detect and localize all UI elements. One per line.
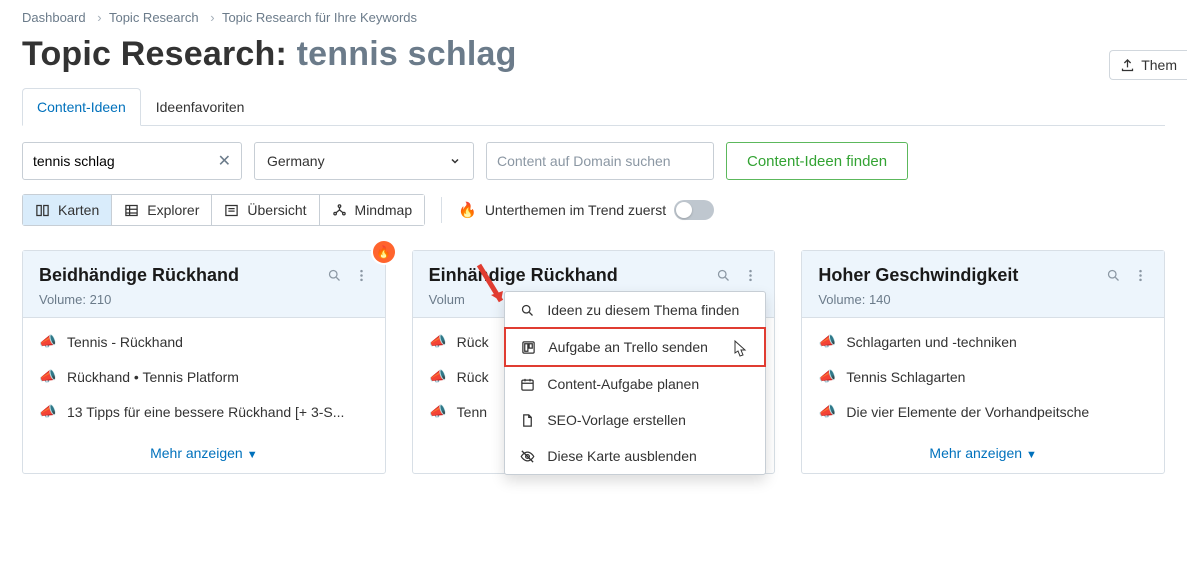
- topic-card: 🔥 Beidhändige Rückhand Volume: 210 📣Tenn…: [22, 250, 386, 474]
- chevron-right-icon: ›: [97, 10, 101, 25]
- show-more-link[interactable]: Mehr anzeigen▼: [802, 435, 1164, 473]
- list-item[interactable]: 📣Tennis Schlagarten: [816, 359, 1150, 394]
- card-menu: Ideen zu diesem Thema finden Aufgabe an …: [504, 291, 766, 475]
- megaphone-icon: 📣: [818, 403, 836, 420]
- card-title: Beidhändige Rückhand: [39, 265, 239, 286]
- view-explorer[interactable]: Explorer: [111, 194, 212, 226]
- page-title: Topic Research: tennis schlag: [22, 35, 1165, 74]
- cursor-icon: [730, 339, 748, 361]
- topic-card: Einhändige Rückhand Volum: [412, 250, 776, 474]
- breadcrumb-item[interactable]: Topic Research: [109, 10, 199, 25]
- megaphone-icon: 📣: [429, 368, 447, 385]
- overview-icon: [224, 203, 239, 218]
- breadcrumb: Dashboard › Topic Research › Topic Resea…: [22, 8, 1165, 31]
- menu-seo-template[interactable]: SEO-Vorlage erstellen: [505, 402, 765, 438]
- tab-content-ideen[interactable]: Content-Ideen: [22, 88, 141, 126]
- view-mode-group: Karten Explorer Übersicht Mindmap: [22, 194, 425, 226]
- search-icon[interactable]: [327, 268, 342, 283]
- eye-off-icon: [519, 449, 535, 464]
- cards-icon: [35, 203, 50, 218]
- table-icon: [124, 203, 139, 218]
- list-item[interactable]: 📣Tennis - Rückhand: [37, 324, 371, 359]
- megaphone-icon: 📣: [429, 333, 447, 350]
- menu-find-ideas[interactable]: Ideen zu diesem Thema finden: [505, 292, 765, 328]
- breadcrumb-item[interactable]: Dashboard: [22, 10, 86, 25]
- flame-badge-icon: 🔥: [373, 241, 395, 263]
- more-icon[interactable]: [743, 268, 758, 283]
- keyword-input-wrap: ✕: [22, 142, 242, 180]
- search-icon[interactable]: [716, 268, 731, 283]
- tab-ideenfavoriten[interactable]: Ideenfavoriten: [141, 88, 260, 125]
- list-item[interactable]: 📣Rückhand • Tennis Platform: [37, 359, 371, 394]
- menu-send-trello[interactable]: Aufgabe an Trello senden: [504, 327, 766, 367]
- card-title: Hoher Geschwindigkeit: [818, 265, 1018, 286]
- megaphone-icon: 📣: [818, 333, 836, 350]
- topic-card: Hoher Geschwindigkeit Volume: 140 📣Schla…: [801, 250, 1165, 474]
- file-icon: [519, 413, 535, 428]
- mindmap-icon: [332, 203, 347, 218]
- view-mindmap[interactable]: Mindmap: [319, 194, 426, 226]
- upload-icon: [1120, 58, 1135, 73]
- card-title: Einhändige Rückhand: [429, 265, 618, 286]
- trend-first-toggle[interactable]: [674, 200, 714, 220]
- card-volume: Volume: 140: [818, 292, 1148, 307]
- domain-search-wrap: [486, 142, 714, 180]
- menu-plan-content[interactable]: Content-Aufgabe planen: [505, 366, 765, 402]
- chevron-down-icon: ▼: [247, 449, 258, 461]
- country-select[interactable]: Germany: [254, 142, 474, 180]
- menu-hide-card[interactable]: Diese Karte ausblenden: [505, 438, 765, 474]
- search-icon: [519, 303, 535, 318]
- breadcrumb-item: Topic Research für Ihre Keywords: [222, 10, 417, 25]
- card-volume: Volume: 210: [39, 292, 369, 307]
- megaphone-icon: 📣: [818, 368, 836, 385]
- megaphone-icon: 📣: [39, 333, 57, 350]
- clear-icon[interactable]: ✕: [208, 151, 241, 171]
- tabs: Content-Ideen Ideenfavoriten: [22, 88, 1165, 126]
- divider: [441, 197, 442, 223]
- view-karten[interactable]: Karten: [22, 194, 112, 226]
- list-item[interactable]: 📣Schlagarten und -techniken: [816, 324, 1150, 359]
- megaphone-icon: 📣: [39, 403, 57, 420]
- view-uebersicht[interactable]: Übersicht: [211, 194, 319, 226]
- search-icon[interactable]: [1106, 268, 1121, 283]
- megaphone-icon: 📣: [39, 368, 57, 385]
- theme-button[interactable]: Them: [1109, 50, 1187, 80]
- find-ideas-button[interactable]: Content-Ideen finden: [726, 142, 908, 180]
- megaphone-icon: 📣: [429, 403, 447, 420]
- keyword-input[interactable]: [23, 153, 208, 169]
- trend-first-label: Unterthemen im Trend zuerst: [485, 202, 666, 218]
- domain-search-input[interactable]: [487, 153, 713, 169]
- list-item[interactable]: 📣Die vier Elemente der Vorhandpeitsche: [816, 394, 1150, 429]
- more-icon[interactable]: [354, 268, 369, 283]
- calendar-icon: [519, 377, 535, 392]
- list-item[interactable]: 📣13 Tipps für eine bessere Rückhand [+ 3…: [37, 394, 371, 429]
- show-more-link[interactable]: Mehr anzeigen▼: [23, 435, 385, 473]
- chevron-down-icon: [449, 155, 461, 167]
- trello-icon: [520, 340, 536, 355]
- chevron-down-icon: ▼: [1026, 449, 1037, 461]
- flame-icon: 🔥: [458, 201, 477, 219]
- chevron-right-icon: ›: [210, 10, 214, 25]
- more-icon[interactable]: [1133, 268, 1148, 283]
